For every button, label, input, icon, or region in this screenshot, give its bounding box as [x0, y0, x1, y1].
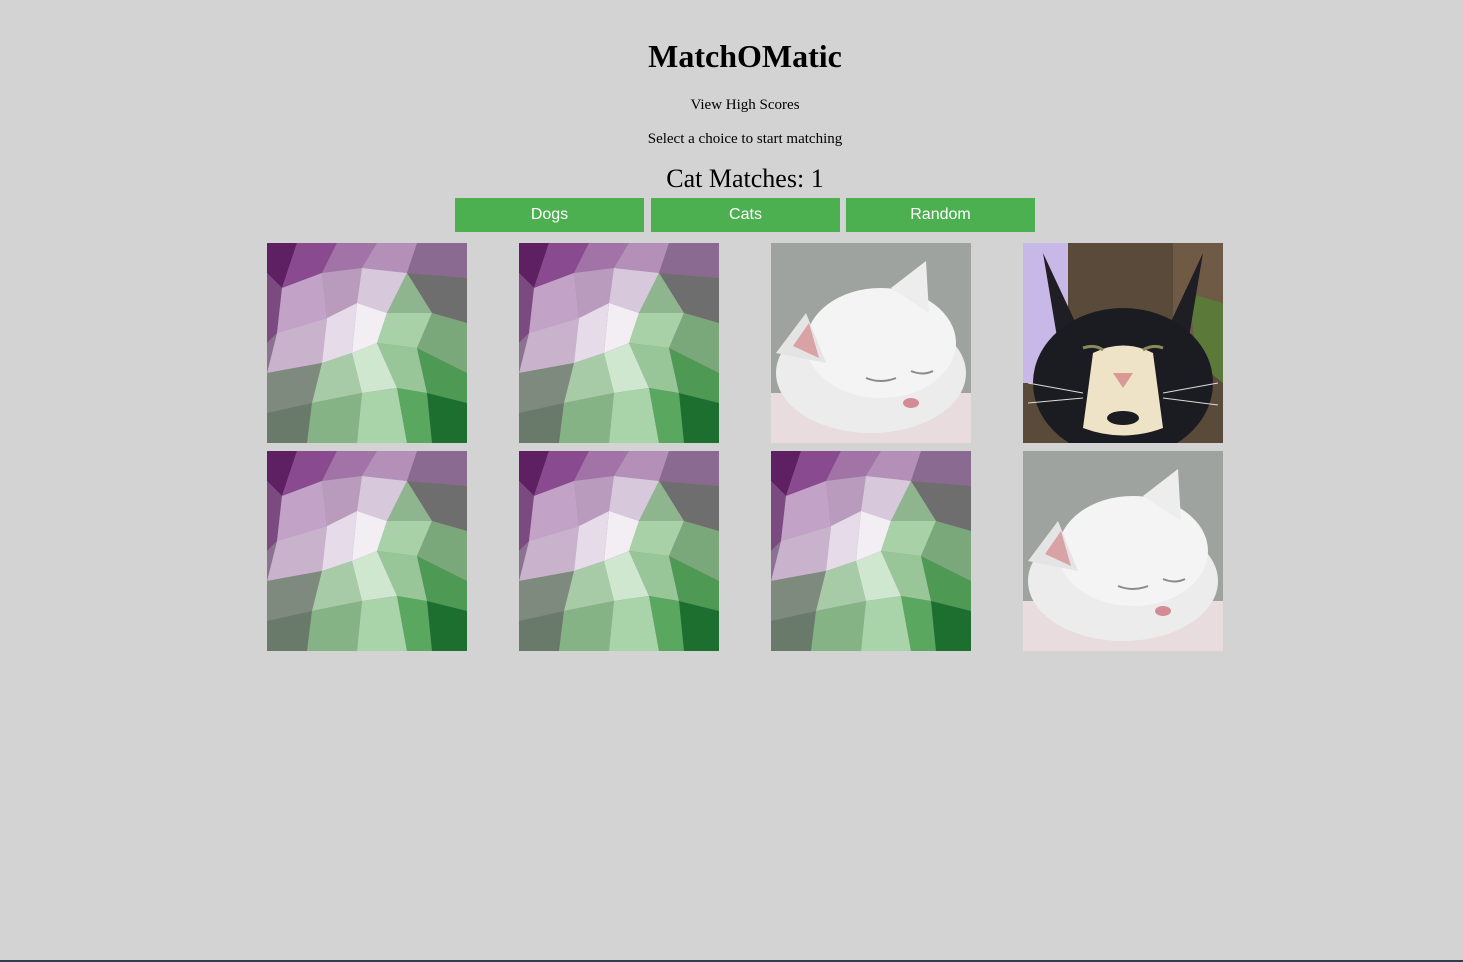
card-back-pattern-icon — [267, 243, 467, 443]
instruction-text: Select a choice to start matching — [647, 131, 843, 147]
game-page: MatchOMatic View High Scores Select a ch… — [0, 0, 1463, 962]
card-back-pattern-icon — [267, 451, 467, 651]
card-back[interactable] — [771, 451, 971, 651]
card-face-white-cat[interactable] — [771, 243, 971, 443]
card-back[interactable] — [267, 243, 467, 443]
page-title: MatchOMatic — [648, 38, 842, 74]
card-face-tuxedo-cat[interactable] — [1023, 243, 1223, 443]
cats-button[interactable]: Cats — [651, 198, 840, 232]
card-back-pattern-icon — [519, 451, 719, 651]
card-back-pattern-icon — [771, 451, 971, 651]
card-back[interactable] — [267, 451, 467, 651]
match-counter: Cat Matches: 1 — [666, 164, 824, 193]
card-back-pattern-icon — [519, 243, 719, 443]
view-high-scores-link[interactable]: View High Scores — [0, 96, 1463, 114]
sleeping-white-cat-icon — [1023, 451, 1223, 651]
sleeping-white-cat-icon — [771, 243, 971, 443]
card-face-white-cat[interactable] — [1023, 451, 1223, 651]
card-back[interactable] — [519, 451, 719, 651]
tuxedo-cat-icon — [1023, 243, 1223, 443]
card-back[interactable] — [519, 243, 719, 443]
random-button[interactable]: Random — [846, 198, 1035, 232]
dogs-button[interactable]: Dogs — [455, 198, 644, 232]
